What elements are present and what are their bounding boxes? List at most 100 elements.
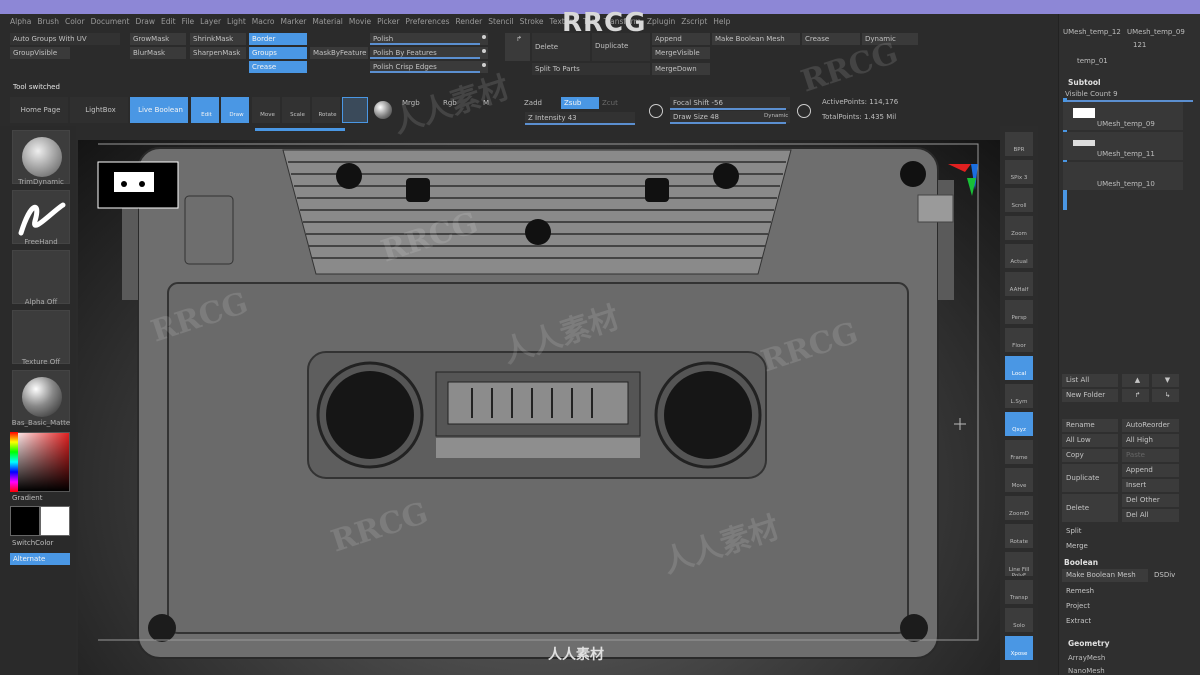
duplicate-subtool-button[interactable]: Duplicate <box>592 33 650 61</box>
project-menu[interactable]: Project <box>1062 600 1179 613</box>
move-mode-button[interactable]: Move <box>252 97 280 123</box>
polish-toggle-dot[interactable] <box>482 35 486 39</box>
shelf-l-sym-button[interactable]: L.Sym <box>1005 384 1033 408</box>
dynamic-top-button[interactable]: Dynamic <box>862 33 918 45</box>
material-thumbnail[interactable] <box>12 370 70 424</box>
texture-thumbnail[interactable] <box>12 310 70 364</box>
subtool-header[interactable]: Subtool <box>1068 78 1101 87</box>
menu-zplugin[interactable]: Zplugin <box>647 14 681 30</box>
menu-document[interactable]: Document <box>91 14 136 30</box>
menu-stroke[interactable]: Stroke <box>520 14 550 30</box>
new-folder-button[interactable]: New Folder <box>1062 389 1118 402</box>
subtool-row-2[interactable]: UMesh_temp_11 <box>1063 132 1183 160</box>
crease-button[interactable]: Crease <box>249 61 307 73</box>
blur-mask-button[interactable]: BlurMask <box>130 47 186 59</box>
shelf-transp-button[interactable]: Transp <box>1005 580 1033 604</box>
border-button[interactable]: Border <box>249 33 307 45</box>
visible-count-slider[interactable]: Visible Count 9 <box>1065 90 1118 98</box>
shelf-xpose-button[interactable]: Xpose <box>1005 636 1033 660</box>
dynamic-size-toggle[interactable]: Dynamic <box>764 113 788 119</box>
shelf-frame-button[interactable]: Frame <box>1005 440 1033 464</box>
nanomesh-menu[interactable]: NanoMesh <box>1068 667 1105 675</box>
shelf-aahalf-button[interactable]: AAHalf <box>1005 272 1033 296</box>
polish-features-toggle-dot[interactable] <box>482 49 486 53</box>
alpha-thumbnail[interactable] <box>12 250 70 304</box>
shelf-actual-button[interactable]: Actual <box>1005 244 1033 268</box>
remesh-menu[interactable]: Remesh <box>1062 585 1179 598</box>
menu-render[interactable]: Render <box>456 14 489 30</box>
menu-preferences[interactable]: Preferences <box>405 14 455 30</box>
move-up-icon[interactable]: ↱ <box>1122 389 1149 402</box>
shelf-move-button[interactable]: Move <box>1005 468 1033 492</box>
del-all-button[interactable]: Del All <box>1122 509 1179 522</box>
menu-file[interactable]: File <box>182 14 201 30</box>
home-page-button[interactable]: Home Page <box>10 97 68 123</box>
zcut-toggle[interactable]: Zcut <box>602 99 618 107</box>
material-sphere-icon[interactable] <box>374 101 392 119</box>
subtool-thumb-name-3[interactable]: 121 <box>1133 41 1146 49</box>
menu-draw[interactable]: Draw <box>135 14 161 30</box>
menu-help[interactable]: Help <box>713 14 736 30</box>
sharpen-mask-button[interactable]: SharpenMask <box>190 47 246 59</box>
merge-menu[interactable]: Merge <box>1062 540 1179 553</box>
make-boolean-mesh-button[interactable]: Make Boolean Mesh <box>712 33 800 45</box>
del-other-button[interactable]: Del Other <box>1122 494 1179 507</box>
group-visible-button[interactable]: GroupVisible <box>10 47 70 59</box>
menu-material[interactable]: Material <box>312 14 348 30</box>
stroke-thumbnail[interactable] <box>12 190 70 244</box>
canvas-viewport[interactable] <box>78 140 1000 675</box>
shelf-scroll-button[interactable]: Scroll <box>1005 188 1033 212</box>
brush-thumbnail[interactable] <box>12 130 70 184</box>
live-boolean-button[interactable]: Live Boolean <box>130 97 188 123</box>
all-low-button[interactable]: All Low <box>1062 434 1118 447</box>
menu-picker[interactable]: Picker <box>377 14 405 30</box>
menu-macro[interactable]: Macro <box>252 14 281 30</box>
m-toggle[interactable]: M <box>483 99 489 107</box>
groups-button[interactable]: Groups <box>249 47 307 59</box>
merge-visible-button[interactable]: MergeVisible <box>652 47 710 59</box>
shelf-spix-3-button[interactable]: SPix 3 <box>1005 160 1033 184</box>
scale-mode-button[interactable]: Scale <box>282 97 310 123</box>
merge-down-button[interactable]: MergeDown <box>652 63 710 75</box>
shelf-rotate-button[interactable]: Rotate <box>1005 524 1033 548</box>
move-down-icon[interactable]: ↳ <box>1152 389 1179 402</box>
zsub-toggle[interactable]: Zsub <box>561 97 599 109</box>
delete-button[interactable]: Delete <box>1062 494 1118 522</box>
delete-subtool-button[interactable]: Delete <box>532 33 590 61</box>
lightbox-button[interactable]: LightBox <box>70 97 128 123</box>
grow-mask-button[interactable]: GrowMask <box>130 33 186 45</box>
arrow-down-icon[interactable]: ▼ <box>1152 374 1179 387</box>
subtool-row-3[interactable]: UMesh_temp_10 <box>1063 162 1183 190</box>
insert-button[interactable]: Insert <box>1122 479 1179 492</box>
geometry-header[interactable]: Geometry <box>1068 639 1109 648</box>
split-menu[interactable]: Split <box>1062 525 1179 538</box>
auto-reorder-button[interactable]: AutoReorder <box>1122 419 1179 432</box>
append-button[interactable]: Append <box>1122 464 1179 477</box>
paste-button[interactable]: Paste <box>1122 449 1179 462</box>
menu-marker[interactable]: Marker <box>280 14 312 30</box>
split-to-parts-button[interactable]: Split To Parts <box>532 63 650 75</box>
append-button[interactable]: Append <box>652 33 710 45</box>
switch-color-button[interactable]: SwitchColor <box>12 539 53 547</box>
arraymesh-menu[interactable]: ArrayMesh <box>1068 654 1105 662</box>
menu-movie[interactable]: Movie <box>349 14 377 30</box>
all-high-button[interactable]: All High <box>1122 434 1179 447</box>
menu-layer[interactable]: Layer <box>200 14 227 30</box>
subtool-thumb-name-2[interactable]: UMesh_temp_09 <box>1127 28 1185 36</box>
subtool-row-1[interactable]: UMesh_temp_09 <box>1063 102 1183 130</box>
color-picker[interactable] <box>10 432 70 492</box>
menu-brush[interactable]: Brush <box>37 14 65 30</box>
boolean-header[interactable]: Boolean <box>1064 558 1098 567</box>
shrink-mask-button[interactable]: ShrinkMask <box>190 33 246 45</box>
shelf-solo-button[interactable]: Solo <box>1005 608 1033 632</box>
menu-light[interactable]: Light <box>227 14 252 30</box>
shelf-bpr-button[interactable]: BPR <box>1005 132 1033 156</box>
shelf-zoom-button[interactable]: Zoom <box>1005 216 1033 240</box>
shelf-persp-button[interactable]: Persp <box>1005 300 1033 324</box>
mask-by-feature-button[interactable]: MaskByFeature <box>310 47 368 59</box>
menu-edit[interactable]: Edit <box>161 14 182 30</box>
shelf-floor-button[interactable]: Floor <box>1005 328 1033 352</box>
subtool-thumb-name-1[interactable]: UMesh_temp_12 <box>1063 28 1121 36</box>
cassette-model[interactable] <box>78 140 1000 675</box>
gizmo-icon[interactable] <box>342 97 368 123</box>
